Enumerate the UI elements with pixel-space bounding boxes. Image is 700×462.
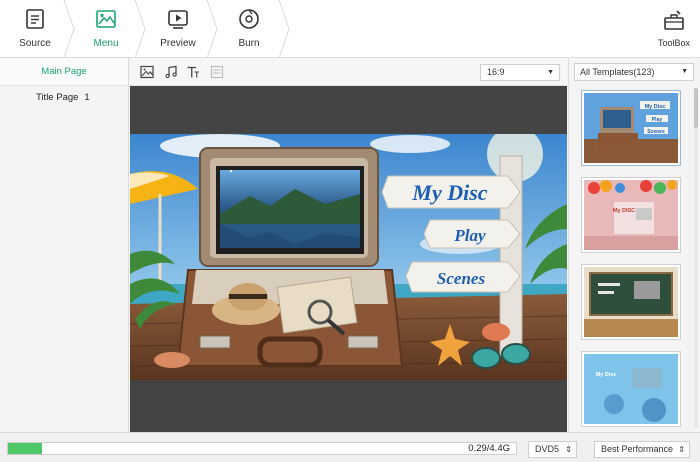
editor-toolbar: 16:9 ▼ [130,58,567,86]
template-scrollbar[interactable] [694,88,698,428]
template-panel: All Templates(123) ▼ My Disc Play Scenes [568,58,700,432]
template-filter-value: All Templates(123) [580,67,655,77]
sign-line-2[interactable]: Play [453,226,486,245]
step-preview[interactable]: Preview [143,0,213,58]
title-page-number: 1 [84,92,90,103]
burn-disc-icon [239,9,259,29]
aspect-ratio-select[interactable]: 16:9 ▼ [480,64,560,81]
disc-type-value: DVD5 [535,444,560,454]
status-bar: 0.29/4.4G DVD5 ⇕ Best Performance ⇕ [0,432,700,462]
quality-value: Best Performance [601,444,674,454]
step-preview-label: Preview [160,38,196,49]
sign-line-3[interactable]: Scenes [437,269,486,288]
template-thumb-party-title: My DISC [613,208,635,214]
stepper-arrows-icon: ⇕ [678,445,685,454]
title-page-label: Title Page [36,92,79,103]
toolbox-button[interactable]: ToolBox [654,0,694,58]
menu-image-icon [96,10,116,28]
menu-preview-canvas: My Disc Play Scenes [130,86,567,432]
toolbox-icon [664,10,684,30]
template-thumb-beach-image: My Disc Play Scenes [584,93,678,163]
step-menu-label: Menu [93,38,119,49]
step-source-label: Source [19,38,51,49]
template-thumb-beach-scenes: Scenes [647,129,665,135]
disc-size-text: 0.29/4.4G [468,443,510,454]
title-page-item[interactable]: Title Page 1 [0,86,128,110]
dvd-creator-window: Source Menu Preview Burn ToolBox Main Pa… [0,0,700,462]
template-thumb-beach-title: My Disc [645,104,666,110]
dropdown-arrow-icon: ▼ [547,69,554,76]
step-menu[interactable]: Menu [71,0,141,58]
menu-template-scene[interactable]: My Disc Play Scenes [130,134,567,380]
step-burn-label: Burn [238,38,260,49]
beach-suitcase-scene: My Disc Play Scenes [130,134,567,380]
add-text-icon[interactable] [186,65,200,79]
template-thumb-party[interactable]: My DISC [581,177,681,253]
template-thumb-chalkboard-image [584,267,678,337]
quality-select[interactable]: Best Performance ⇕ [594,441,690,458]
step-source[interactable]: Source [0,0,70,58]
template-thumb-chalkboard[interactable] [581,264,681,340]
main-page-tab[interactable]: Main Page [0,58,128,86]
source-icon [26,9,44,29]
step-divider [278,0,290,58]
template-thumb-party-image: My DISC [584,180,678,250]
template-scrollbar-thumb[interactable] [694,88,698,128]
top-toolbar: Source Menu Preview Burn ToolBox [0,0,700,58]
dropdown-arrow-icon: ▼ [681,68,688,75]
page-list-panel: Main Page Title Page 1 [0,58,129,432]
stepper-arrows-icon: ⇕ [565,445,572,454]
template-filter-select[interactable]: All Templates(123) ▼ [574,63,694,81]
template-thumb-underwater[interactable]: My Disc [581,351,681,427]
disc-type-select[interactable]: DVD5 ⇕ [528,441,577,458]
step-burn[interactable]: Burn [214,0,284,58]
add-chapter-icon[interactable] [210,65,224,79]
template-thumb-underwater-title: My Disc [596,372,617,378]
add-image-icon[interactable] [140,65,154,79]
template-thumb-beach[interactable]: My Disc Play Scenes [581,90,681,166]
add-music-icon[interactable] [164,65,178,79]
template-thumb-underwater-image: My Disc [584,354,678,424]
toolbox-label: ToolBox [657,38,691,48]
template-thumb-beach-play: Play [652,117,663,123]
disc-capacity-fill [8,443,42,454]
sign-line-1[interactable]: My Disc [411,180,487,205]
preview-play-icon [168,10,188,29]
aspect-ratio-value: 16:9 [487,67,505,77]
